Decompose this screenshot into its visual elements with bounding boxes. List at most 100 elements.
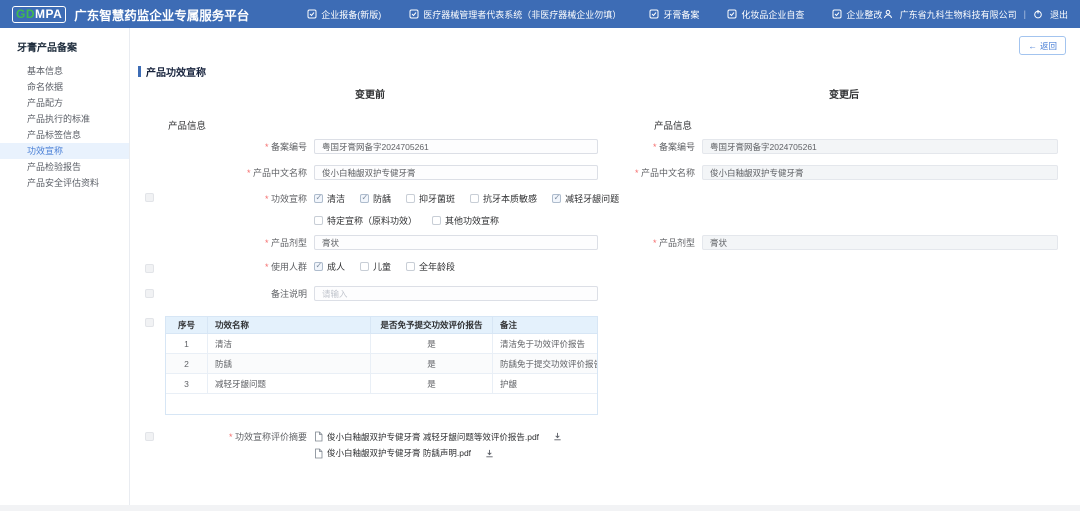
file-item[interactable]: 俊小白釉龈双护专健牙膏 防龋声明.pdf	[314, 447, 494, 459]
checkbox-other-claim[interactable]: 其他功效宣称	[432, 214, 499, 227]
table-header-exempt: 是否免予提交功效评价报告	[371, 317, 493, 333]
cn-name-label: 产品中文名称	[530, 166, 702, 179]
logo-gd-text: GD	[16, 7, 35, 21]
checkbox-icon	[470, 194, 479, 203]
sidebar-item-formula[interactable]: 产品配方	[0, 95, 129, 111]
file-icon	[314, 448, 323, 459]
platform-title: 广东智慧药监企业专属服务平台	[74, 5, 249, 24]
logout-button[interactable]: 退出	[1050, 8, 1068, 21]
nav-item-label: 企业整改	[846, 8, 882, 21]
sidebar-item-safety-assessment[interactable]: 产品安全评估资料	[0, 175, 129, 191]
target-group-row: 使用人群 成人 儿童 全年龄段	[142, 260, 455, 273]
nav-device-icon	[409, 9, 419, 19]
back-button-label: 返回	[1040, 40, 1057, 52]
sidebar-item-standard[interactable]: 产品执行的标准	[0, 111, 129, 127]
checkbox-label: 清洁	[327, 192, 345, 205]
summary-label: 功效宣称评价摘要	[142, 430, 314, 443]
section-title-bar	[138, 66, 141, 77]
efficacy-table: 序号 功效名称 是否免予提交功效评价报告 备注 1 清洁 是 清洁免于功效评价报…	[165, 316, 598, 415]
header-nav: 企业报备(新版) 医疗器械管理者代表系统（非医疗器械企业勿填） 牙膏备案 化妆品…	[307, 8, 882, 21]
table-cell-name: 清洁	[208, 334, 371, 353]
efficacy-options-line2: 特定宣称（原料功效） 其他功效宣称	[314, 214, 499, 227]
section-title: 产品功效宣称	[138, 64, 206, 79]
main-panel: ← 返回 产品功效宣称 变更前 变更后 产品信息 产品信息 备案编号 粤国牙膏网…	[130, 28, 1080, 505]
section-title-text: 产品功效宣称	[146, 64, 206, 79]
efficacy-claim-row2: 特定宣称（原料功效） 其他功效宣称	[142, 214, 499, 227]
cn-name-label: 产品中文名称	[142, 166, 314, 179]
file-name[interactable]: 俊小白釉龈双护专健牙膏 防龋声明.pdf	[327, 447, 471, 459]
checkbox-clean[interactable]: 清洁	[314, 192, 345, 205]
file-name[interactable]: 俊小白釉龈双护专健牙膏 减轻牙龈问题等效评价报告.pdf	[327, 431, 539, 443]
nav-cosmetics-icon	[727, 9, 737, 19]
checkbox-anticaries[interactable]: 防龋	[360, 192, 391, 205]
table-cell-note: 护龈	[493, 374, 597, 393]
file-item[interactable]: 俊小白釉龈双护专健牙膏 减轻牙龈问题等效评价报告.pdf	[314, 431, 562, 443]
nav-report-icon	[307, 9, 317, 19]
download-icon[interactable]	[485, 449, 494, 458]
checkbox-gum-problems[interactable]: 减轻牙龈问题	[552, 192, 619, 205]
dosage-form-label: 产品剂型	[142, 236, 314, 249]
sidebar-item-efficacy-claim[interactable]: 功效宣称	[0, 143, 129, 159]
checkbox-children[interactable]: 儿童	[360, 260, 391, 273]
nav-item-enterprise-report[interactable]: 企业报备(新版)	[307, 8, 381, 21]
dosage-form-row-after: 产品剂型 膏状	[530, 235, 1058, 250]
table-cell-exempt: 是	[371, 334, 493, 353]
table-cell-no: 3	[166, 374, 208, 393]
checkbox-adult[interactable]: 成人	[314, 260, 345, 273]
remark-input[interactable]	[314, 286, 598, 301]
record-no-input-after: 粤国牙膏网备字2024705261	[702, 139, 1058, 154]
table-header-row: 序号 功效名称 是否免予提交功效评价报告 备注	[166, 317, 597, 334]
checkbox-all-ages[interactable]: 全年龄段	[406, 260, 455, 273]
summary-row: 功效宣称评价摘要 俊小白釉龈双护专健牙膏 减轻牙龈问题等效评价报告.pdf	[142, 430, 562, 443]
target-group-label: 使用人群	[142, 260, 314, 273]
top-header: GDMPA 广东智慧药监企业专属服务平台 企业报备(新版) 医疗器械管理者代表系…	[0, 0, 1080, 28]
checkbox-label: 减轻牙龈问题	[565, 192, 619, 205]
margin-checkbox-table[interactable]	[145, 318, 154, 327]
before-group-title: 产品信息	[168, 118, 206, 132]
after-column-title: 变更后	[618, 86, 1070, 101]
table-cell-name: 防龋	[208, 354, 371, 373]
table-row: 3 减轻牙龈问题 是 护龈	[166, 374, 597, 394]
checkbox-icon	[406, 262, 415, 271]
checkbox-specific-claim[interactable]: 特定宣称（原料功效）	[314, 214, 417, 227]
checkbox-icon	[314, 194, 323, 203]
table-empty-area	[166, 394, 597, 414]
remark-label: 备注说明	[142, 287, 314, 300]
user-icon	[883, 9, 893, 19]
bottom-strip	[0, 505, 1080, 511]
table-header-note: 备注	[493, 317, 597, 333]
table-row: 2 防龋 是 防龋免于提交功效评价报告	[166, 354, 597, 374]
efficacy-claim-label: 功效宣称	[142, 192, 314, 205]
nav-item-enterprise-rectify[interactable]: 企业整改	[832, 8, 882, 21]
header-divider: |	[1024, 9, 1026, 19]
table-cell-note: 清洁免于功效评价报告	[493, 334, 597, 353]
checkbox-label: 儿童	[373, 260, 391, 273]
checkbox-plaque[interactable]: 抑牙菌斑	[406, 192, 455, 205]
file-icon	[314, 431, 323, 442]
table-row: 1 清洁 是 清洁免于功效评价报告	[166, 334, 597, 354]
sidebar-item-label-info[interactable]: 产品标签信息	[0, 127, 129, 143]
table-cell-no: 1	[166, 334, 208, 353]
table-header-name: 功效名称	[208, 317, 371, 333]
back-button[interactable]: ← 返回	[1019, 36, 1066, 55]
nav-item-cosmetics-selfcheck[interactable]: 化妆品企业自查	[727, 8, 804, 21]
sidebar-item-naming-basis[interactable]: 命名依据	[0, 79, 129, 95]
checkbox-label: 其他功效宣称	[445, 214, 499, 227]
sidebar-item-basic-info[interactable]: 基本信息	[0, 63, 129, 79]
checkbox-icon	[360, 262, 369, 271]
checkbox-sensitivity[interactable]: 抗牙本质敏感	[470, 192, 537, 205]
sidebar-item-inspection-report[interactable]: 产品检验报告	[0, 159, 129, 175]
dosage-form-input-after: 膏状	[702, 235, 1058, 250]
before-column-title: 变更前	[140, 86, 600, 101]
company-name[interactable]: 广东省九科生物科技有限公司	[900, 8, 1017, 21]
table-header-no: 序号	[166, 317, 208, 333]
table-cell-no: 2	[166, 354, 208, 373]
checkbox-icon	[314, 262, 323, 271]
table-cell-note: 防龋免于提交功效评价报告	[493, 354, 597, 373]
checkbox-icon	[552, 194, 561, 203]
download-icon[interactable]	[553, 432, 562, 441]
nav-item-device-rep-system[interactable]: 医疗器械管理者代表系统（非医疗器械企业勿填）	[409, 8, 621, 21]
nav-item-toothpaste-filing[interactable]: 牙膏备案	[649, 8, 699, 21]
after-group-title: 产品信息	[654, 118, 692, 132]
cn-name-row-after: 产品中文名称 俊小白釉龈双护专健牙膏	[530, 165, 1058, 180]
